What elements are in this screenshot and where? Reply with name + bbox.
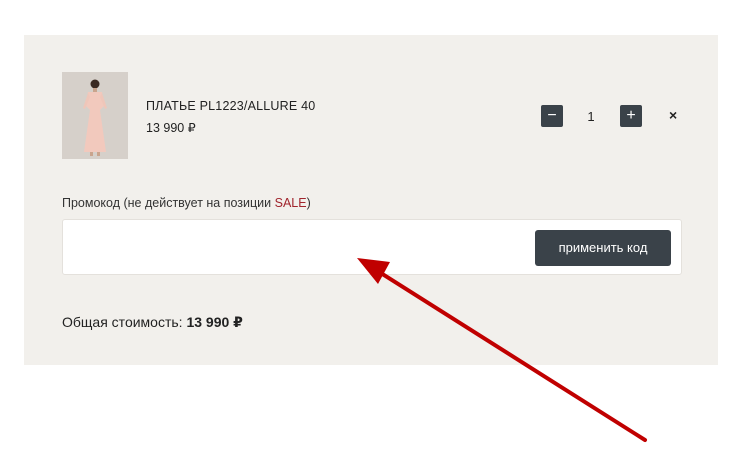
product-price: 13 990 ₽ xyxy=(146,121,196,135)
promo-code-form: применить код xyxy=(62,219,682,275)
apply-code-button[interactable]: применить код xyxy=(535,230,671,266)
promo-label-end: ) xyxy=(306,196,311,210)
dress-photo-icon xyxy=(62,72,128,159)
quantity-value: 1 xyxy=(587,109,595,124)
product-name[interactable]: ПЛАТЬЕ PL1223/ALLURE 40 xyxy=(146,99,315,113)
quantity-increase-button[interactable]: + xyxy=(620,105,642,127)
promo-label-sale: SALE xyxy=(274,196,307,210)
promo-label-text: Промокод (не действует на позиции xyxy=(62,196,275,210)
promo-label: Промокод (не действует на позиции SALE) xyxy=(62,196,311,210)
quantity-decrease-button[interactable]: − xyxy=(541,105,563,127)
total-label: Общая стоимость: xyxy=(62,314,187,330)
promo-code-input[interactable] xyxy=(71,230,525,266)
total-amount: 13 990 ₽ xyxy=(186,314,243,330)
cart-panel: ПЛАТЬЕ PL1223/ALLURE 40 13 990 ₽ − 1 + ×… xyxy=(24,35,718,365)
order-total: Общая стоимость: 13 990 ₽ xyxy=(62,314,243,331)
remove-item-button[interactable]: × xyxy=(669,107,677,123)
product-image[interactable] xyxy=(62,72,128,159)
